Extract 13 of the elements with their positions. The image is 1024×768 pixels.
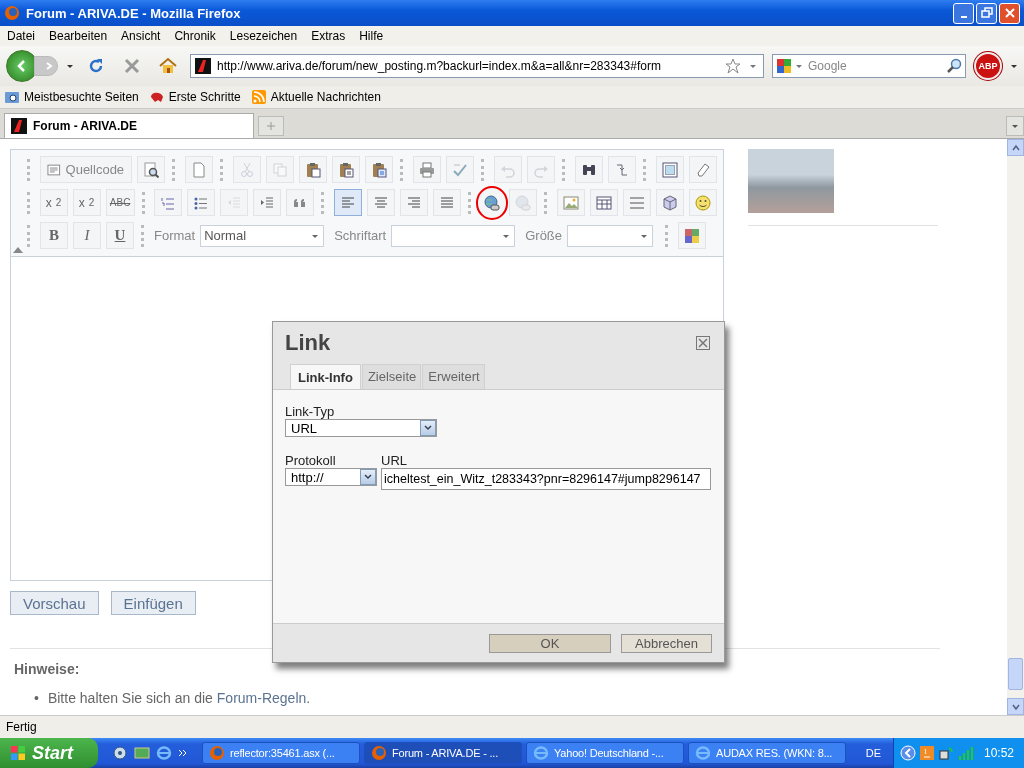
field-label: URL — [381, 453, 408, 468]
field-label: Link-Typ — [285, 404, 336, 419]
combo-label: Schriftart — [334, 228, 387, 243]
bullet: • — [34, 689, 39, 707]
clock: 10:52 — [983, 746, 1014, 760]
combo-label: Größe — [525, 228, 563, 243]
note-text: Bitte halten Sie sich an die Forum-Regeln. — [47, 689, 311, 707]
field-label: Protokoll — [285, 453, 337, 468]
combo-label: Format — [154, 228, 196, 243]
notes-heading: Hinweise: — [13, 661, 81, 677]
status-text: Fertig — [6, 720, 37, 734]
window-title: Forum - ARIVA.DE - Mozilla Firefox — [26, 5, 242, 21]
dialog-title: Link — [285, 330, 331, 356]
